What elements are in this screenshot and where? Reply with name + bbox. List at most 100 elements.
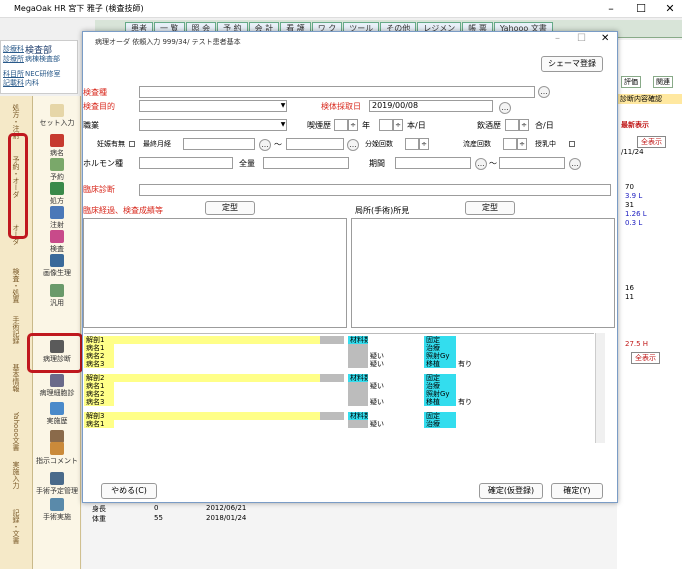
- side-tab[interactable]: Yahooo文書: [9, 412, 21, 451]
- pregnant-checkbox[interactable]: [129, 141, 135, 147]
- dept-link[interactable]: 診療科: [3, 44, 24, 54]
- side-tab[interactable]: 基本情報: [9, 364, 21, 392]
- drinking-input[interactable]: [505, 119, 519, 131]
- grid-lookup-button[interactable]: [348, 352, 368, 360]
- grid-suspect-checkbox[interactable]: [368, 344, 424, 352]
- grid-disease-input[interactable]: [114, 420, 320, 428]
- grid-disease-input[interactable]: [114, 352, 320, 360]
- grid-fix-select[interactable]: [456, 412, 590, 420]
- spinner-icon[interactable]: ÷: [348, 119, 358, 131]
- delivery-input[interactable]: [405, 138, 419, 150]
- grid-lookup-button[interactable]: [348, 398, 368, 406]
- total-input[interactable]: [263, 157, 349, 169]
- date-picker-button[interactable]: …: [475, 158, 487, 170]
- grid-lookup-button[interactable]: [348, 382, 368, 390]
- clinical-diagnosis-input[interactable]: [139, 184, 611, 196]
- grid-fix-select[interactable]: [456, 374, 590, 382]
- chevron-down-icon[interactable]: ▼: [279, 120, 287, 130]
- clinic-link[interactable]: 診療所: [3, 54, 24, 64]
- grid-lookup-button[interactable]: [348, 344, 368, 352]
- injection-button[interactable]: 注射: [35, 206, 79, 230]
- set-input-button[interactable]: セット入力: [35, 104, 79, 128]
- grid-suspect-checkbox[interactable]: [368, 390, 424, 398]
- hormone-input[interactable]: [139, 157, 233, 169]
- period-start-input[interactable]: [395, 157, 471, 169]
- spinner-icon[interactable]: ÷: [517, 138, 527, 150]
- side-tab[interactable]: 記録・文書: [9, 509, 21, 544]
- date-picker-button[interactable]: …: [347, 139, 359, 151]
- chevron-down-icon[interactable]: ▼: [279, 101, 287, 111]
- grid-anatomy-input[interactable]: [114, 412, 320, 420]
- surgery-plan-button[interactable]: 手術予定管理: [35, 472, 79, 496]
- period-end-input[interactable]: [499, 157, 565, 169]
- disease-button[interactable]: 病名: [35, 134, 79, 158]
- grid-disease-input[interactable]: [114, 390, 320, 398]
- template-button[interactable]: 定型: [205, 201, 255, 215]
- maximize-button[interactable]: ☐: [630, 2, 652, 16]
- grid-right-input[interactable]: [456, 390, 590, 398]
- side-tab[interactable]: 検査・処置: [9, 268, 21, 303]
- spinner-icon[interactable]: ÷: [419, 138, 429, 150]
- grid-suspect-checkbox[interactable]: 疑い: [368, 352, 424, 360]
- smoking-count-input[interactable]: [379, 119, 393, 131]
- purpose-select[interactable]: [139, 100, 287, 112]
- grid-right-input[interactable]: [456, 420, 590, 428]
- grid-lookup-button[interactable]: [320, 374, 344, 382]
- comment-button[interactable]: 指示コメント: [35, 442, 79, 466]
- history-button[interactable]: 実施歴: [35, 402, 79, 426]
- grid-count-input[interactable]: [368, 336, 424, 344]
- grid-lookup-button[interactable]: [348, 420, 368, 428]
- date-picker-button[interactable]: …: [499, 102, 511, 114]
- eval-button[interactable]: 評価: [621, 76, 641, 88]
- lmp-input[interactable]: [183, 138, 255, 150]
- grid-count-input[interactable]: [368, 412, 424, 420]
- spinner-icon[interactable]: ÷: [393, 119, 403, 131]
- template-button-2[interactable]: 定型: [465, 201, 515, 215]
- show-all-button[interactable]: 全表示: [637, 136, 666, 148]
- close-button[interactable]: ✕: [659, 2, 681, 16]
- grid-suspect-checkbox[interactable]: 疑い: [368, 360, 424, 368]
- surgery-done-button[interactable]: 手術実施: [35, 498, 79, 522]
- specimen-input[interactable]: [139, 86, 535, 98]
- grid-lookup-button[interactable]: [320, 336, 344, 344]
- prescription-button[interactable]: 処方: [35, 182, 79, 206]
- grid-count-input[interactable]: [368, 374, 424, 382]
- grid-disease-input[interactable]: [114, 382, 320, 390]
- grid-disease-input[interactable]: [114, 360, 320, 368]
- cancel-button[interactable]: やめる(C): [101, 483, 157, 499]
- grid-suspect-checkbox[interactable]: 疑い: [368, 398, 424, 406]
- dialog-minimize-button[interactable]: –: [555, 33, 560, 44]
- clinical-course-textarea[interactable]: [83, 218, 347, 328]
- grid-lookup-button[interactable]: [320, 412, 344, 420]
- grid-disease-input[interactable]: [114, 344, 320, 352]
- job-select[interactable]: [139, 119, 287, 131]
- side-tab[interactable]: 実施入力: [9, 461, 21, 489]
- smoking-years-input[interactable]: [334, 119, 348, 131]
- date-picker-button[interactable]: …: [259, 139, 271, 151]
- grid-right-checkbox[interactable]: 有り: [456, 398, 590, 406]
- show-all-button-2[interactable]: 全表示: [631, 352, 660, 364]
- cytology-button[interactable]: 病理細胞診: [35, 374, 79, 398]
- lactating-checkbox[interactable]: [569, 141, 575, 147]
- collect-date-input[interactable]: 2019/00/08: [369, 100, 493, 112]
- local-findings-textarea[interactable]: [351, 218, 615, 328]
- reservation-button[interactable]: 予約: [35, 158, 79, 182]
- test-button[interactable]: 検査: [35, 230, 79, 254]
- record-link[interactable]: 記載科: [3, 78, 24, 88]
- grid-right-input[interactable]: [456, 382, 590, 390]
- grid-suspect-checkbox[interactable]: 疑い: [368, 382, 424, 390]
- latest-button[interactable]: 最新表示: [621, 120, 649, 130]
- grid-anatomy-input[interactable]: [114, 374, 320, 382]
- grid-suspect-checkbox[interactable]: 疑い: [368, 420, 424, 428]
- minimize-button[interactable]: –: [600, 2, 622, 16]
- confirm-temp-button[interactable]: 確定(仮登録): [479, 483, 543, 499]
- grid-scrollbar[interactable]: [595, 333, 605, 443]
- dialog-maximize-button[interactable]: ☐: [577, 33, 586, 44]
- related-button[interactable]: 関連: [653, 76, 673, 88]
- grid-fix-select[interactable]: [456, 336, 590, 344]
- date-picker-button[interactable]: …: [569, 158, 581, 170]
- imaging-button[interactable]: 画像生理: [35, 254, 79, 278]
- side-tab[interactable]: 手術記録: [9, 316, 21, 344]
- abortion-input[interactable]: [503, 138, 517, 150]
- grid-disease-input[interactable]: [114, 398, 320, 406]
